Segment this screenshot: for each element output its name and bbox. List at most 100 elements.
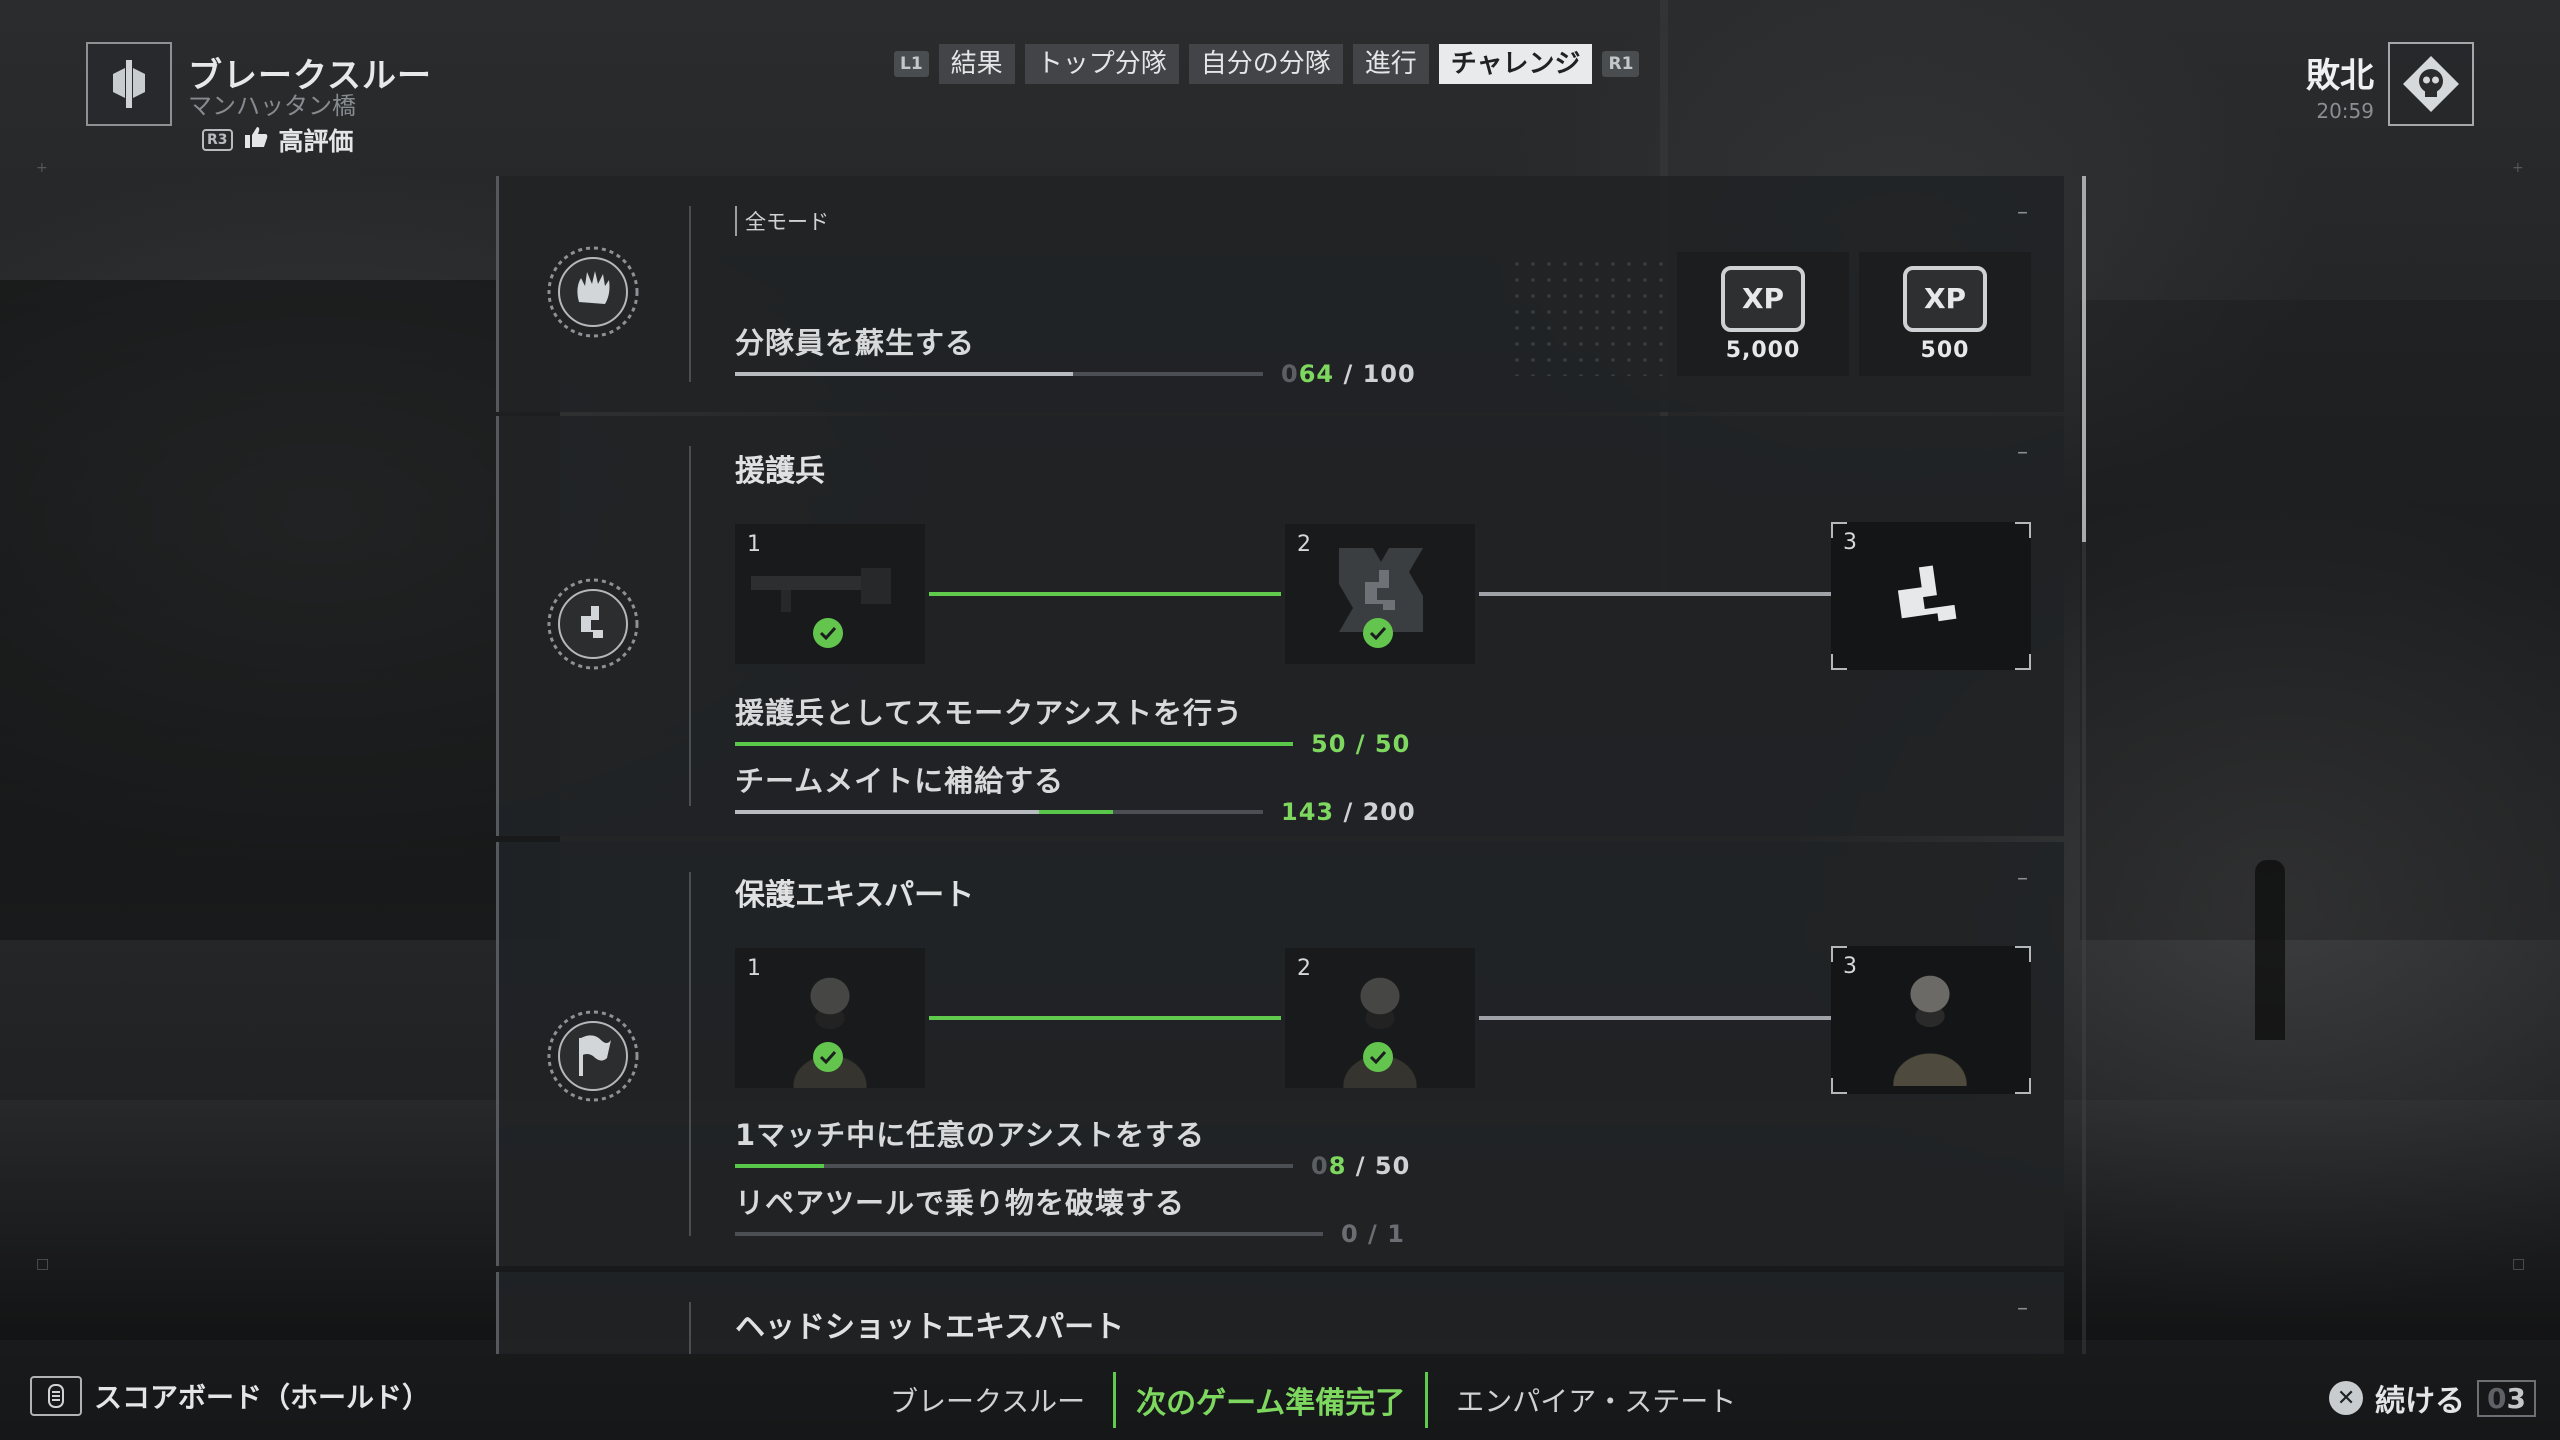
hud-tick: □ xyxy=(36,1256,50,1272)
background-building xyxy=(0,280,560,940)
weapon-image xyxy=(751,568,891,612)
next-mode-label: エンパイア・ステート xyxy=(1456,1385,1737,1418)
reward-value: 500 xyxy=(1920,337,1970,363)
objective-name: 分隊員を蘇生する xyxy=(735,326,976,360)
continue-button[interactable]: ✕ 続ける 03 xyxy=(2329,1376,2536,1420)
challenge-title: 援護兵 xyxy=(735,454,825,489)
xp-chip-icon: XP xyxy=(1903,265,1987,332)
tier-connector xyxy=(929,1016,1281,1020)
objective-name: チームメイトに補給する xyxy=(735,764,1065,798)
tab-bar: L1 結果 トップ分隊 自分の分隊 進行 チャレンジ R1 xyxy=(894,44,1640,84)
cross-button-icon: ✕ xyxy=(2329,1381,2364,1415)
tier-2-reward: 2 xyxy=(1285,948,1475,1088)
tier-number: 3 xyxy=(1843,954,1857,979)
tab-top-squad[interactable]: トップ分隊 xyxy=(1024,44,1179,84)
tier-number: 1 xyxy=(747,956,761,981)
xp-chip-icon: XP xyxy=(1721,265,1805,332)
selection-corner xyxy=(2015,1078,2031,1094)
collapse-icon[interactable]: – xyxy=(2017,440,2028,465)
thumbs-up-icon xyxy=(243,125,269,155)
selection-corner xyxy=(1831,1078,1847,1094)
support-emblem-icon xyxy=(1897,565,1957,622)
tier-2-reward: 2 xyxy=(1285,524,1475,664)
collapse-icon[interactable]: – xyxy=(2017,1296,2028,1321)
background-bollard xyxy=(2255,860,2285,1040)
challenge-card-support[interactable]: – 援護兵 1 2 3 援護兵としてスモークアシストを行う 50 / 50 チー… xyxy=(496,416,2064,836)
r1-bumper-icon[interactable]: R1 xyxy=(1602,51,1640,77)
ready-status: 次のゲーム準備完了 xyxy=(1113,1372,1429,1428)
tab-progress[interactable]: 進行 xyxy=(1352,44,1429,84)
r3-button-icon: R3 xyxy=(202,129,233,151)
challenge-card-protection-expert[interactable]: – 保護エキスパート 1 2 3 1マッチ中に任意のアシストをする 08 / 5… xyxy=(496,842,2064,1266)
tier-connector xyxy=(929,592,1281,596)
check-icon xyxy=(1363,618,1393,648)
tab-my-squad[interactable]: 自分の分隊 xyxy=(1188,44,1343,84)
check-icon xyxy=(813,1042,843,1072)
progress-count: 143 / 200 xyxy=(1281,798,1416,826)
hud-tick: □ xyxy=(2512,1256,2526,1272)
collapse-icon[interactable]: – xyxy=(2017,200,2028,225)
reward-xp-500: XP 500 xyxy=(1859,252,2031,376)
progress-count: 50 / 50 xyxy=(1311,730,1411,758)
hud-tick: + xyxy=(36,160,48,176)
l1-bumper-icon[interactable]: L1 xyxy=(894,51,929,77)
objective-name: 1マッチ中に任意のアシストをする xyxy=(735,1118,1206,1152)
result-label: 敗北 xyxy=(2306,56,2374,96)
scrollbar-thumb[interactable] xyxy=(2082,176,2086,542)
selection-corner xyxy=(2015,946,2031,962)
countdown-timer: 03 xyxy=(2477,1379,2536,1417)
progress-bar xyxy=(735,372,1263,376)
current-mode-label: ブレークスルー xyxy=(890,1385,1086,1418)
progress-fill xyxy=(735,1164,825,1168)
card-divider xyxy=(689,206,691,382)
card-divider xyxy=(689,1302,691,1354)
tab-challenges[interactable]: チャレンジ xyxy=(1438,44,1593,84)
match-time: 20:59 xyxy=(2316,99,2374,123)
mode-emblem-icon xyxy=(86,42,172,126)
touchpad-button-icon xyxy=(30,1376,82,1416)
scoreboard-hint[interactable]: スコアボード（ホールド） xyxy=(30,1376,430,1416)
tier-3-reward[interactable]: 3 xyxy=(1831,522,2031,670)
reward-value: 5,000 xyxy=(1725,337,1801,363)
card-divider xyxy=(689,446,691,806)
rating-label: 高評価 xyxy=(278,127,354,156)
selection-corner xyxy=(2015,522,2031,538)
challenge-card-all-modes[interactable]: 全モード – 分隊員を蘇生する 064 / 100 XP 5,000 XP 50… xyxy=(496,176,2064,412)
tier-connector xyxy=(1479,592,1831,596)
card-divider xyxy=(689,872,691,1236)
selection-corner xyxy=(2015,654,2031,670)
progress-fill xyxy=(735,372,1073,376)
reward-xp-5000: XP 5,000 xyxy=(1677,252,1849,376)
background-building xyxy=(2080,300,2560,940)
challenge-title: 保護エキスパート xyxy=(735,878,975,913)
progress-gain xyxy=(1039,810,1113,814)
progress-bar xyxy=(735,1164,1293,1168)
progress-bar xyxy=(735,1232,1323,1236)
check-icon xyxy=(1363,1042,1393,1072)
map-name: マンハッタン橋 xyxy=(188,92,356,120)
challenge-card-headshot-expert[interactable]: – ヘッドショットエキスパート xyxy=(496,1272,2064,1354)
challenges-panel: 全モード – 分隊員を蘇生する 064 / 100 XP 5,000 XP 50… xyxy=(496,176,2064,1354)
tier-1-reward: 1 xyxy=(735,948,925,1088)
tier-number: 2 xyxy=(1297,956,1311,981)
progress-fill xyxy=(735,742,1293,746)
check-icon xyxy=(813,618,843,648)
scoreboard-label: スコアボード（ホールド） xyxy=(94,1381,431,1414)
tab-results[interactable]: 結果 xyxy=(938,44,1015,84)
tier-number: 3 xyxy=(1843,530,1857,555)
skull-diamond-icon xyxy=(2388,42,2474,126)
tier-1-reward: 1 xyxy=(735,524,925,664)
progress-count: 064 / 100 xyxy=(1281,360,1416,388)
rating-button[interactable]: R3 高評価 xyxy=(202,122,354,158)
tier-connector xyxy=(1479,1016,1831,1020)
hud-tick: + xyxy=(2512,160,2524,176)
fist-laurel-icon xyxy=(545,244,641,340)
progress-count: 08 / 50 xyxy=(1311,1152,1411,1180)
progress-bar xyxy=(735,742,1293,746)
selection-corner xyxy=(1831,654,1847,670)
flag-laurel-icon xyxy=(545,1008,641,1104)
tier-3-reward[interactable]: 3 xyxy=(1831,946,2031,1094)
operator-portrait xyxy=(1875,954,1985,1086)
collapse-icon[interactable]: – xyxy=(2017,866,2028,891)
dot-pattern xyxy=(1509,256,1669,376)
